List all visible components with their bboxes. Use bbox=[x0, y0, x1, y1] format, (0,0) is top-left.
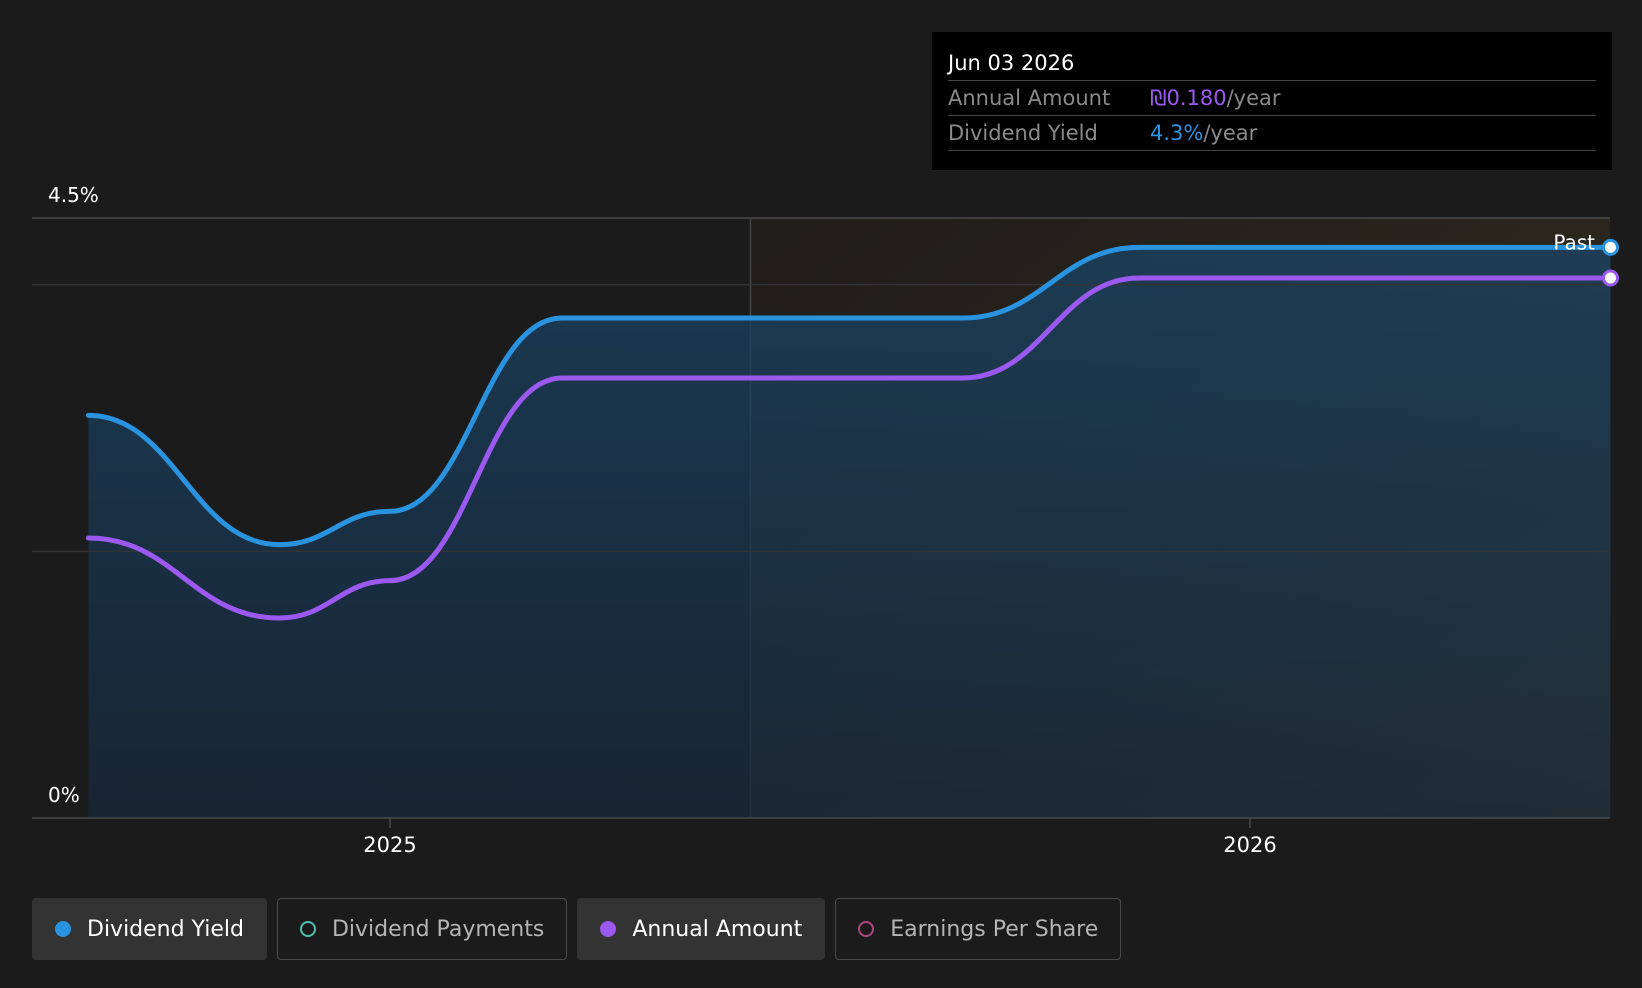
legend-dot-icon bbox=[600, 921, 617, 937]
x-tick-label: 2026 bbox=[1223, 833, 1276, 857]
tooltip-row-annual-amount: Annual Amount ₪0.180 /year bbox=[948, 81, 1596, 116]
tooltip-suffix: /year bbox=[1203, 121, 1258, 145]
legend-label: Dividend Payments bbox=[331, 916, 545, 942]
dividend-yield-area bbox=[88, 247, 1611, 819]
legend-dot-icon bbox=[299, 921, 316, 937]
tooltip-label: Dividend Yield bbox=[948, 121, 1098, 145]
tooltip-row-dividend-yield: Dividend Yield 4.3% /year bbox=[948, 116, 1596, 151]
tooltip-date: Jun 03 2026 bbox=[948, 46, 1596, 81]
series-end-marker bbox=[1601, 269, 1619, 287]
legend-dot-icon bbox=[55, 921, 71, 937]
series-end-marker bbox=[1601, 238, 1619, 256]
legend-dot-icon bbox=[858, 921, 875, 937]
y-tick-label: 4.5% bbox=[48, 183, 99, 207]
past-label: Past bbox=[1553, 230, 1595, 254]
legend-item-dividend-payments[interactable]: Dividend Payments bbox=[276, 898, 568, 960]
x-tick-label: 2025 bbox=[363, 833, 416, 857]
tooltip-suffix: /year bbox=[1226, 86, 1281, 110]
legend-label: Annual Amount bbox=[632, 916, 803, 942]
tooltip-value: 4.3% bbox=[1150, 121, 1204, 145]
chart-tooltip: Jun 03 2026 Annual Amount ₪0.180 /year D… bbox=[932, 32, 1612, 170]
tooltip-value: ₪0.180 bbox=[1150, 86, 1227, 110]
chart-legend: Dividend Yield Dividend Payments Annual … bbox=[32, 898, 1122, 960]
legend-item-dividend-yield[interactable]: Dividend Yield bbox=[32, 898, 267, 960]
legend-label: Dividend Yield bbox=[87, 916, 244, 942]
legend-item-earnings-per-share[interactable]: Earnings Per Share bbox=[835, 898, 1122, 960]
y-tick-label: 0% bbox=[48, 783, 80, 807]
legend-label: Earnings Per Share bbox=[890, 916, 1099, 942]
tooltip-label: Annual Amount bbox=[948, 86, 1111, 110]
legend-item-annual-amount[interactable]: Annual Amount bbox=[577, 898, 826, 960]
